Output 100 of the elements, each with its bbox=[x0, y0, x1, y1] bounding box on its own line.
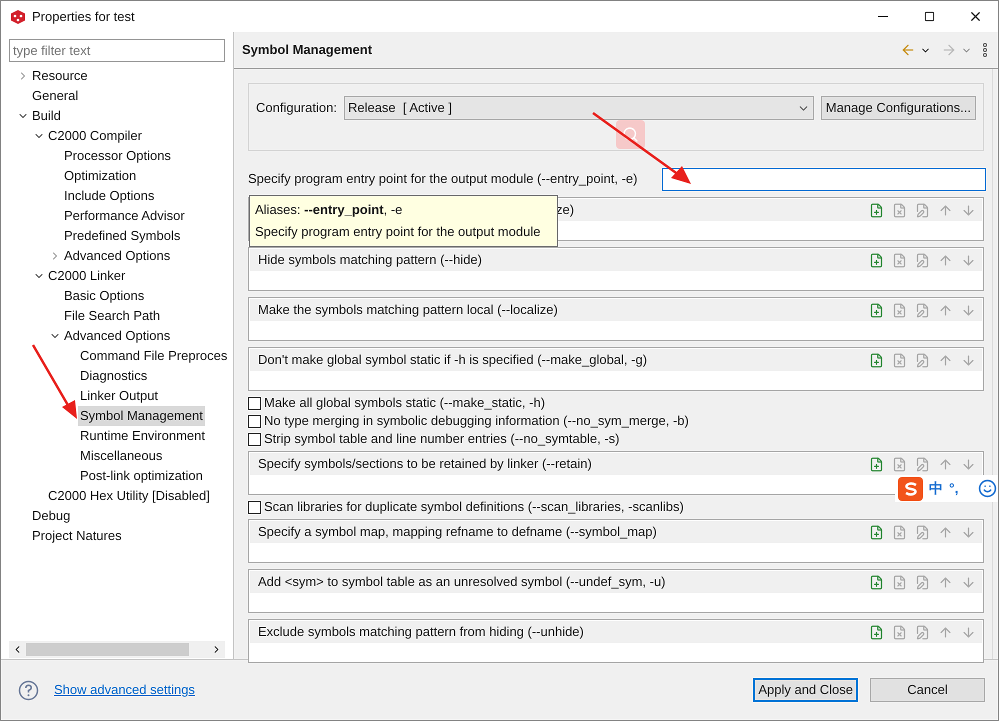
add-icon[interactable] bbox=[869, 252, 884, 268]
search-icon bbox=[616, 120, 645, 149]
move-up-icon[interactable] bbox=[938, 524, 953, 540]
checkbox[interactable] bbox=[248, 432, 261, 446]
tree-item[interactable]: Diagnostics bbox=[78, 366, 150, 386]
tree-item[interactable]: Basic Options bbox=[62, 286, 146, 306]
edit-icon[interactable] bbox=[915, 456, 930, 472]
move-down-icon[interactable] bbox=[961, 456, 976, 472]
checkbox[interactable] bbox=[248, 414, 261, 428]
add-icon[interactable] bbox=[869, 456, 884, 472]
tree-item[interactable]: Build bbox=[30, 106, 63, 126]
tree-item[interactable]: Resource bbox=[30, 66, 90, 86]
list-title: Exclude symbols matching pattern from hiding (--unhide) bbox=[258, 623, 584, 642]
tree-item[interactable]: Linker Output bbox=[78, 386, 160, 406]
tree-item[interactable]: Command File Preproces bbox=[78, 346, 230, 366]
tree-item[interactable]: C2000 Compiler bbox=[46, 126, 144, 146]
emoji-icon[interactable] bbox=[978, 479, 997, 498]
tree-item[interactable]: Optimization bbox=[62, 166, 138, 186]
edit-icon[interactable] bbox=[915, 202, 930, 218]
tree-item[interactable]: Predefined Symbols bbox=[62, 226, 182, 246]
entry-point-label: Specify program entry point for the output module (--entry_point, -e) bbox=[248, 170, 638, 188]
delete-icon[interactable] bbox=[892, 574, 907, 590]
dialog-button[interactable]: Cancel bbox=[870, 678, 985, 702]
move-up-icon[interactable] bbox=[938, 202, 953, 218]
dialog-button[interactable]: Apply and Close bbox=[753, 678, 858, 702]
filter-field[interactable]: type filter text bbox=[9, 39, 225, 62]
tree-item[interactable]: C2000 Hex Utility [Disabled] bbox=[46, 486, 212, 506]
list-title: Add <sym> to symbol table as an unresolved symbol (--undef_sym, -u) bbox=[258, 573, 666, 592]
checkbox[interactable] bbox=[248, 396, 261, 410]
tree-item[interactable]: Performance Advisor bbox=[62, 206, 187, 226]
input-method-logo-icon[interactable] bbox=[898, 476, 923, 500]
add-icon[interactable] bbox=[869, 574, 884, 590]
move-down-icon[interactable] bbox=[961, 624, 976, 640]
edit-icon[interactable] bbox=[915, 524, 930, 540]
tree-item[interactable]: Processor Options bbox=[62, 146, 173, 166]
show-advanced-settings-link[interactable]: Show advanced settings bbox=[54, 680, 195, 700]
app-logo-icon bbox=[10, 8, 26, 24]
add-icon[interactable] bbox=[869, 202, 884, 218]
delete-icon[interactable] bbox=[892, 624, 907, 640]
tree-item[interactable]: General bbox=[30, 86, 80, 106]
tree-item[interactable]: Debug bbox=[30, 506, 72, 526]
move-up-icon[interactable] bbox=[938, 574, 953, 590]
tree-item[interactable]: Advanced Options bbox=[62, 246, 172, 266]
add-icon[interactable] bbox=[869, 352, 884, 368]
list-title: Make the symbols matching pattern local (--localize) bbox=[258, 301, 558, 320]
checkbox[interactable] bbox=[248, 500, 261, 514]
window-title: Properties for test bbox=[32, 8, 135, 26]
move-down-icon[interactable] bbox=[961, 574, 976, 590]
tooltip-text: Specify program entry point for the output module bbox=[255, 223, 542, 241]
edit-icon[interactable] bbox=[915, 302, 930, 318]
delete-icon[interactable] bbox=[892, 202, 907, 218]
add-icon[interactable] bbox=[869, 302, 884, 318]
help-icon[interactable] bbox=[18, 680, 39, 700]
tree-item[interactable]: Advanced Options bbox=[62, 326, 172, 346]
configuration-label: Configuration: bbox=[256, 99, 337, 118]
horizontal-scrollbar[interactable] bbox=[9, 641, 225, 658]
tree-item[interactable]: Runtime Environment bbox=[78, 426, 207, 446]
delete-icon[interactable] bbox=[892, 352, 907, 368]
list-title: Don't make global symbol static if -h is specified (--make_global, -g) bbox=[258, 351, 648, 370]
move-up-icon[interactable] bbox=[938, 624, 953, 640]
move-down-icon[interactable] bbox=[961, 252, 976, 268]
tree-item[interactable]: Post-link optimization bbox=[78, 466, 205, 486]
tree-item[interactable]: Include Options bbox=[62, 186, 156, 206]
edit-icon[interactable] bbox=[915, 352, 930, 368]
add-icon[interactable] bbox=[869, 624, 884, 640]
move-down-icon[interactable] bbox=[961, 524, 976, 540]
minimize-icon bbox=[878, 16, 888, 17]
checkbox-label: Strip symbol table and line number entries (--no_symtable, -s) bbox=[264, 430, 620, 448]
edit-icon[interactable] bbox=[915, 574, 930, 590]
maximize-icon bbox=[924, 11, 934, 22]
punctuation-mode[interactable]: °, bbox=[949, 478, 958, 499]
input-mode[interactable]: 中 bbox=[929, 478, 943, 499]
tree-item[interactable]: Symbol Management bbox=[78, 406, 205, 426]
tree-item[interactable]: Miscellaneous bbox=[78, 446, 164, 466]
tree-item[interactable]: Project Natures bbox=[30, 526, 124, 546]
move-up-icon[interactable] bbox=[938, 456, 953, 472]
delete-icon[interactable] bbox=[892, 456, 907, 472]
checkbox-label: Make all global symbols static (--make_static, -h) bbox=[264, 394, 546, 412]
configuration-dropdown[interactable]: Release [ Active ] bbox=[344, 96, 814, 120]
delete-icon[interactable] bbox=[892, 302, 907, 318]
entry-point-field[interactable] bbox=[662, 168, 986, 190]
tooltip-title: Aliases: --entry_point, -e bbox=[255, 201, 404, 219]
checkbox-label: No type merging in symbolic debugging information (--no_sym_merge, -b) bbox=[264, 412, 689, 430]
page-title: Symbol Management bbox=[242, 41, 372, 60]
move-up-icon[interactable] bbox=[938, 352, 953, 368]
more-options-icon[interactable] bbox=[982, 43, 988, 57]
tree-item[interactable]: C2000 Linker bbox=[46, 266, 128, 286]
list-title: Specify a symbol map, mapping refname to defname (--symbol_map) bbox=[258, 523, 657, 542]
move-down-icon[interactable] bbox=[961, 352, 976, 368]
move-down-icon[interactable] bbox=[961, 302, 976, 318]
tree-item[interactable]: File Search Path bbox=[62, 306, 162, 326]
add-icon[interactable] bbox=[869, 524, 884, 540]
move-up-icon[interactable] bbox=[938, 252, 953, 268]
delete-icon[interactable] bbox=[892, 252, 907, 268]
edit-icon[interactable] bbox=[915, 624, 930, 640]
move-down-icon[interactable] bbox=[961, 202, 976, 218]
manage-configurations-button[interactable]: Manage Configurations... bbox=[820, 96, 976, 120]
move-up-icon[interactable] bbox=[938, 302, 953, 318]
edit-icon[interactable] bbox=[915, 252, 930, 268]
delete-icon[interactable] bbox=[892, 524, 907, 540]
